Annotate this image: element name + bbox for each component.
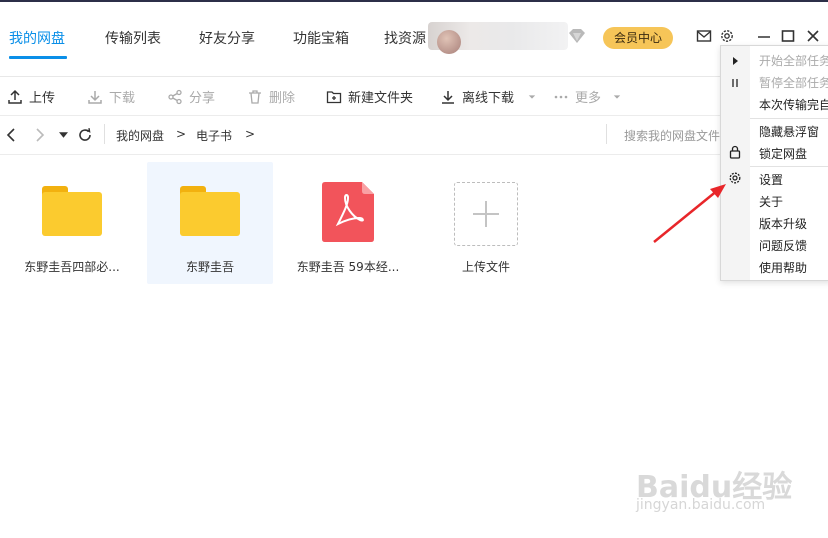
history-dropdown-icon[interactable] — [59, 131, 68, 139]
menu-auto-shutdown[interactable]: 本次传输完自动关机 — [759, 96, 828, 113]
menu-divider — [750, 166, 828, 167]
folder-icon — [42, 186, 102, 236]
breadcrumb-separator: > — [176, 127, 187, 141]
gear-icon — [729, 172, 741, 184]
active-tab-indicator — [9, 56, 67, 59]
offline-download-label: 离线下载 — [462, 91, 515, 106]
mail-icon[interactable] — [696, 28, 712, 44]
new-folder-button[interactable]: 新建文件夹 — [326, 87, 413, 106]
download-icon — [88, 90, 102, 104]
vip-center-button[interactable]: 会员中心 — [603, 27, 673, 49]
share-icon — [168, 89, 182, 104]
settings-dropdown-menu: 开始全部任务 暂停全部任务 本次传输完自动关机 隐藏悬浮窗 锁定网盘 设置 关于… — [720, 45, 828, 281]
address-bar: 我的网盘 > 电子书 > 搜索我的网盘文件 — [0, 116, 828, 155]
settings-icon[interactable] — [719, 28, 735, 44]
tab-friend-share[interactable]: 好友分享 — [199, 28, 255, 48]
download-button[interactable]: 下载 — [87, 87, 135, 106]
tab-my-netdisk[interactable]: 我的网盘 — [9, 28, 65, 48]
top-navigation-bar: 我的网盘 传输列表 好友分享 功能宝箱 找资源 会员中心 — [0, 0, 828, 77]
file-name: 东野圭吾 59本经... — [296, 260, 400, 274]
menu-start-all[interactable]: 开始全部任务 — [759, 52, 828, 69]
breadcrumb-my-netdisk[interactable]: 我的网盘 — [116, 127, 164, 144]
more-chevron-down-icon — [613, 94, 621, 99]
menu-help[interactable]: 使用帮助 — [759, 259, 807, 276]
file-name: 东野圭吾四部必... — [24, 260, 120, 274]
lock-icon — [729, 145, 741, 159]
share-button[interactable]: 分享 — [167, 87, 215, 106]
menu-about[interactable]: 关于 — [759, 193, 783, 210]
back-arrow-icon[interactable] — [5, 128, 17, 142]
file-item-folder-1[interactable]: 东野圭吾四部必... — [9, 162, 135, 284]
upload-label: 上传 — [29, 91, 56, 106]
more-label: 更多 — [575, 91, 602, 106]
upload-placeholder-box[interactable] — [454, 182, 518, 246]
menu-lock-netdisk[interactable]: 锁定网盘 — [759, 145, 807, 162]
refresh-icon[interactable] — [77, 127, 93, 143]
new-folder-icon — [326, 90, 342, 103]
offline-download-button[interactable]: 离线下载 — [440, 87, 536, 106]
menu-settings[interactable]: 设置 — [759, 171, 783, 188]
delete-icon — [249, 89, 261, 104]
search-divider — [606, 124, 607, 144]
forward-arrow-icon[interactable] — [34, 128, 46, 142]
close-icon[interactable] — [805, 28, 821, 44]
plus-icon — [473, 201, 499, 227]
breadcrumb-separator-trailing: > — [245, 127, 256, 141]
new-folder-label: 新建文件夹 — [348, 91, 414, 106]
file-toolbar: 上传 下载 分享 删除 新建文件夹 离线下载 更多 — [0, 77, 828, 116]
pause-icon — [732, 79, 738, 87]
search-input[interactable]: 搜索我的网盘文件 — [624, 127, 720, 144]
vip-diamond-icon — [569, 29, 585, 43]
more-button[interactable]: 更多 — [553, 87, 621, 106]
avatar[interactable] — [437, 30, 461, 54]
tab-transfer-list[interactable]: 传输列表 — [105, 28, 161, 48]
file-name: 上传文件 — [461, 260, 510, 274]
tab-toolbox[interactable]: 功能宝箱 — [293, 28, 349, 48]
share-label: 分享 — [189, 91, 216, 106]
upload-icon — [8, 89, 22, 104]
menu-version-upgrade[interactable]: 版本升级 — [759, 215, 807, 232]
more-icon — [554, 95, 568, 98]
folder-icon — [180, 186, 240, 236]
tab-find-resources[interactable]: 找资源 — [384, 28, 426, 48]
annotation-arrow — [653, 184, 726, 243]
offline-download-icon — [442, 90, 454, 104]
minimize-icon[interactable] — [756, 28, 772, 44]
watermark-url: jingyan.baidu.com — [636, 497, 766, 513]
pdf-file-icon — [322, 182, 374, 242]
menu-hide-float-window[interactable]: 隐藏悬浮窗 — [759, 123, 819, 140]
maximize-icon[interactable] — [780, 28, 796, 44]
file-item-folder-2[interactable]: 东野圭吾 — [147, 162, 273, 284]
delete-label: 删除 — [269, 91, 296, 106]
breadcrumb-ebooks[interactable]: 电子书 — [196, 127, 232, 144]
upload-button[interactable]: 上传 — [7, 87, 55, 106]
chevron-down-icon — [528, 94, 536, 99]
file-item-upload[interactable]: 上传文件 — [423, 162, 549, 284]
download-label: 下载 — [109, 91, 136, 106]
file-item-pdf[interactable]: 东野圭吾 59本经... — [285, 162, 411, 284]
play-icon — [733, 57, 738, 65]
menu-divider — [750, 118, 828, 119]
menu-feedback[interactable]: 问题反馈 — [759, 237, 807, 254]
address-divider — [104, 124, 105, 144]
file-name: 东野圭吾 — [185, 260, 234, 274]
delete-button[interactable]: 删除 — [247, 87, 295, 106]
menu-pause-all[interactable]: 暂停全部任务 — [759, 74, 828, 91]
